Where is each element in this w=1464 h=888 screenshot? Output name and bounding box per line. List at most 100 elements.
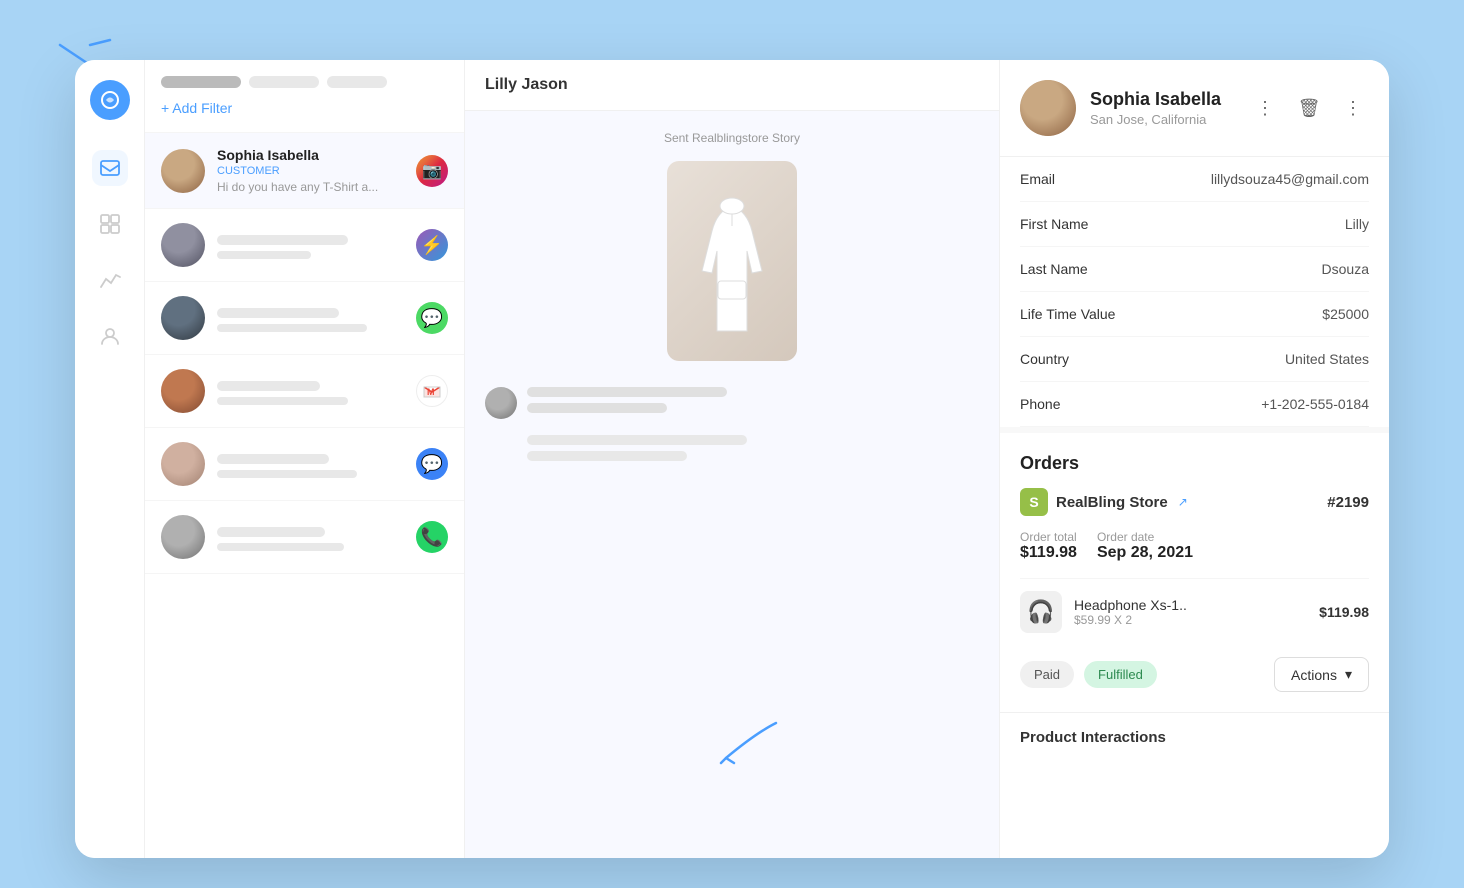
actions-button[interactable]: Actions ▾ <box>1274 657 1369 692</box>
order-status-row: Paid Fulfilled Actions ▾ <box>1020 657 1369 692</box>
contact-location: San Jose, California <box>1090 112 1221 127</box>
avatar <box>161 442 205 486</box>
msg-placeholder <box>217 543 344 551</box>
reply-line <box>527 451 687 461</box>
store-row: S RealBling Store ↗ #2199 <box>1020 488 1369 516</box>
nav-analytics[interactable] <box>92 262 128 298</box>
tab-assigned[interactable] <box>327 76 387 88</box>
avatar <box>161 369 205 413</box>
conversation-item[interactable]: 📞 <box>145 501 464 574</box>
country-value: United States <box>1285 351 1369 367</box>
nav-contacts[interactable] <box>92 318 128 354</box>
nav-inbox[interactable] <box>92 150 128 186</box>
story-image <box>667 161 797 361</box>
contact-header: Sophia Isabella San Jose, California ⋮ 🗑… <box>1000 60 1389 157</box>
conversation-name: Sophia Isabella <box>217 147 404 163</box>
conversation-item[interactable]: ⚡ <box>145 209 464 282</box>
msg-placeholder <box>217 251 311 259</box>
sidebar-nav <box>75 60 145 858</box>
name-placeholder <box>217 454 329 464</box>
order-number: #2199 <box>1327 494 1369 511</box>
product-interactions: Product Interactions <box>1000 712 1389 762</box>
conversation-header: + Add Filter <box>145 60 464 133</box>
phone-value: +1-202-555-0184 <box>1261 396 1369 412</box>
chat-bubble-area <box>485 387 979 419</box>
paid-badge: Paid <box>1020 661 1074 688</box>
product-interactions-title: Product Interactions <box>1020 729 1369 746</box>
order-total-label: Order total <box>1020 530 1077 544</box>
contact-avatar <box>1020 80 1076 136</box>
name-placeholder <box>217 527 325 537</box>
country-label: Country <box>1020 351 1069 367</box>
chevron-down-icon: ▾ <box>1345 666 1352 683</box>
chat-icon: 💬 <box>416 448 448 480</box>
chat-body: Sent Realblingstore Story <box>465 111 999 858</box>
order-date-value: Sep 28, 2021 <box>1097 544 1193 562</box>
tab-all[interactable] <box>161 76 241 88</box>
conversation-info <box>217 450 404 478</box>
more-options-button[interactable]: ⋮ <box>1249 92 1281 124</box>
whatsapp-icon: 📞 <box>416 521 448 553</box>
orders-title: Orders <box>1020 453 1369 474</box>
contact-name-block: Sophia Isabella San Jose, California <box>1090 89 1221 127</box>
phone-label: Phone <box>1020 396 1060 412</box>
bubble-lines <box>527 387 727 413</box>
more-button[interactable]: ⋮ <box>1337 92 1369 124</box>
add-filter-button[interactable]: + Add Filter <box>161 100 448 116</box>
ltv-label: Life Time Value <box>1020 306 1115 322</box>
conversation-item[interactable]: 💬 <box>145 282 464 355</box>
conversation-info <box>217 304 404 332</box>
msg-placeholder <box>217 397 348 405</box>
conversation-item[interactable]: Sophia Isabella CUSTOMER Hi do you have … <box>145 133 464 209</box>
conversation-item[interactable]: M <box>145 355 464 428</box>
reply-area <box>527 435 979 461</box>
sms-icon: 💬 <box>416 302 448 334</box>
chat-header: Lilly Jason <box>465 60 999 111</box>
conversation-info: Sophia Isabella CUSTOMER Hi do you have … <box>217 147 404 194</box>
email-label: Email <box>1020 171 1055 187</box>
conversation-info <box>217 377 404 405</box>
instagram-icon: 📷 <box>416 155 448 187</box>
conversation-info <box>217 523 404 551</box>
mini-avatar <box>485 387 517 419</box>
avatar <box>161 515 205 559</box>
conversation-panel: + Add Filter Sophia Isabella CUSTOMER Hi… <box>145 60 465 858</box>
order-total-value: $119.98 <box>1020 544 1077 562</box>
delete-button[interactable]: 🗑 <box>1293 92 1325 124</box>
bubble-line <box>527 387 727 397</box>
conversation-item[interactable]: 💬 <box>145 428 464 501</box>
right-panel: Sophia Isabella San Jose, California ⋮ 🗑… <box>999 60 1389 858</box>
conversation-info <box>217 231 404 259</box>
tab-unread[interactable] <box>249 76 319 88</box>
svg-text:M: M <box>427 387 435 397</box>
country-row: Country United States <box>1020 337 1369 382</box>
store-name: RealBling Store <box>1056 494 1168 511</box>
product-icon: 🎧 <box>1020 591 1062 633</box>
product-price-detail: $59.99 X 2 <box>1074 613 1307 627</box>
app-logo[interactable] <box>90 80 130 120</box>
name-placeholder <box>217 235 348 245</box>
avatar <box>161 296 205 340</box>
product-info: Headphone Xs-1.. $59.99 X 2 <box>1074 597 1307 627</box>
chat-main: Lilly Jason Sent Realblingstore Story <box>465 60 999 858</box>
order-date-block: Order date Sep 28, 2021 <box>1097 530 1193 562</box>
shopify-icon: S <box>1020 488 1048 516</box>
story-label: Sent Realblingstore Story <box>485 131 979 145</box>
msg-placeholder <box>217 324 367 332</box>
conversation-list: Sophia Isabella CUSTOMER Hi do you have … <box>145 133 464 858</box>
nav-apps[interactable] <box>92 206 128 242</box>
messenger-icon: ⚡ <box>416 229 448 261</box>
product-total: $119.98 <box>1319 604 1369 620</box>
orders-section: Orders S RealBling Store ↗ #2199 Order t… <box>1000 427 1389 712</box>
gmail-icon: M <box>416 375 448 407</box>
external-link-icon[interactable]: ↗ <box>1178 495 1188 509</box>
contact-details: Email lillydsouza45@gmail.com First Name… <box>1000 157 1389 427</box>
msg-placeholder <box>217 470 357 478</box>
conversation-preview: Hi do you have any T-Shirt a... <box>217 180 404 194</box>
chat-contact-name: Lilly Jason <box>485 76 568 93</box>
order-date-label: Order date <box>1097 530 1193 544</box>
first-name-value: Lilly <box>1345 216 1369 232</box>
conversation-sub: CUSTOMER <box>217 165 404 177</box>
last-name-value: Dsouza <box>1322 261 1369 277</box>
reply-line <box>527 435 747 445</box>
